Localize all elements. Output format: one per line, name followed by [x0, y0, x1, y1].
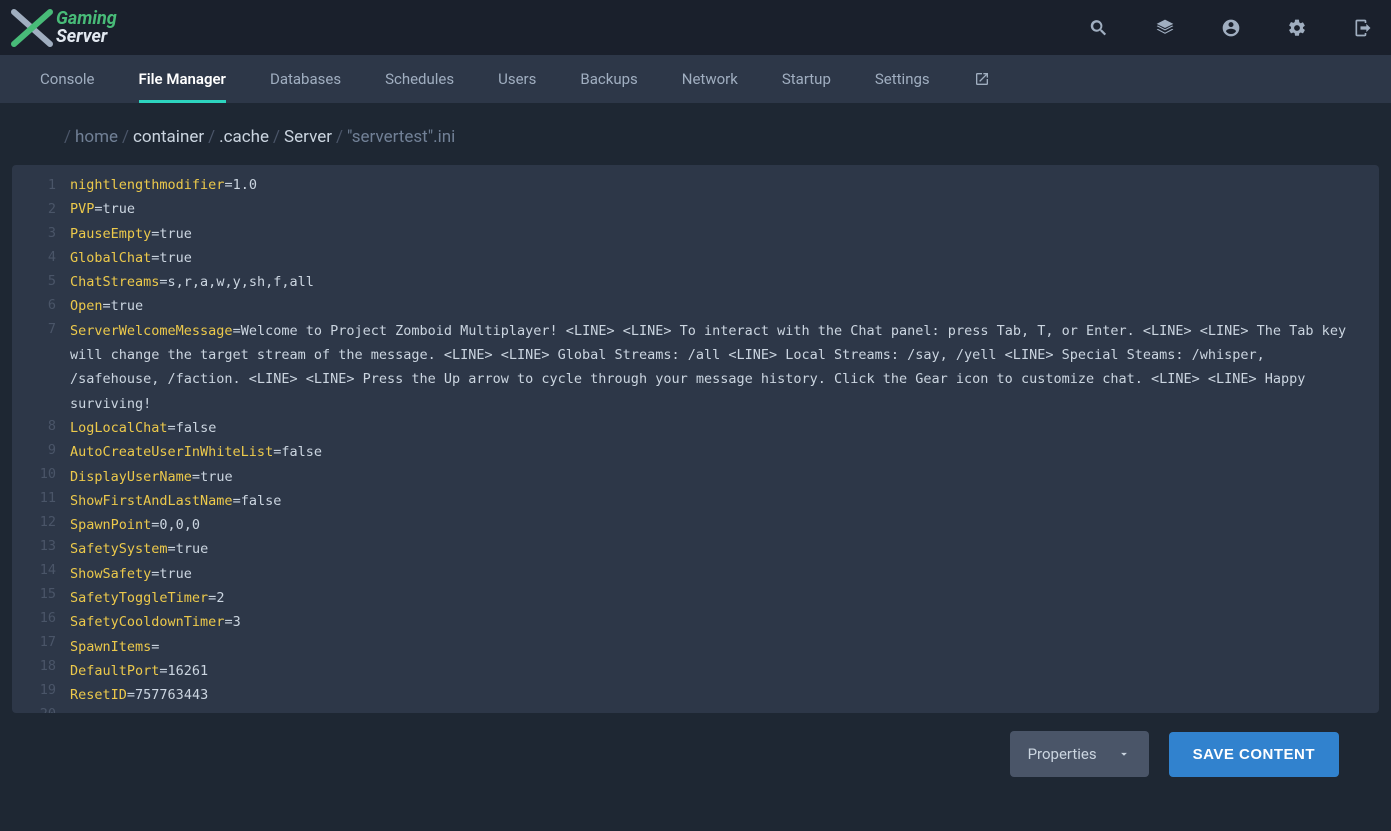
code-line[interactable]: SpawnItems= — [70, 635, 1359, 659]
code-line[interactable]: SafetySystem=true — [70, 537, 1359, 561]
breadcrumb-home[interactable]: home — [75, 127, 118, 147]
code-line[interactable]: GlobalChat=true — [70, 246, 1359, 270]
line-number: 12 — [12, 510, 56, 534]
layers-icon[interactable] — [1155, 18, 1175, 38]
breadcrumb-separator: / — [208, 127, 215, 147]
code-line[interactable]: AutoCreateUserInWhiteList=false — [70, 440, 1359, 464]
code-line[interactable]: PVP=true — [70, 197, 1359, 221]
editor-content[interactable]: nightlengthmodifier=1.0PVP=truePauseEmpt… — [70, 173, 1379, 713]
chevron-down-icon — [1117, 747, 1131, 761]
breadcrumb-separator: / — [336, 127, 343, 147]
line-number: 13 — [12, 534, 56, 558]
line-number: 17 — [12, 630, 56, 654]
line-number: 5 — [12, 269, 56, 293]
code-line[interactable]: LogLocalChat=false — [70, 416, 1359, 440]
top-bar: Gaming Server — [0, 0, 1391, 55]
code-line[interactable]: SpawnPoint=0,0,0 — [70, 513, 1359, 537]
breadcrumb-separator: / — [273, 127, 280, 147]
code-line[interactable]: nightlengthmodifier=1.0 — [70, 173, 1359, 197]
line-number: 10 — [12, 462, 56, 486]
brand-logo[interactable]: Gaming Server — [10, 8, 117, 48]
save-content-button[interactable]: SAVE CONTENT — [1169, 732, 1339, 777]
nav-bar: Console File Manager Databases Schedules Use… — [0, 55, 1391, 103]
breadcrumb-separator: / — [64, 127, 71, 147]
line-number: 20 — [12, 702, 56, 713]
logo-x-icon — [10, 8, 54, 48]
language-select[interactable]: Properties — [1010, 731, 1149, 777]
tab-console[interactable]: Console — [40, 55, 95, 103]
tab-settings[interactable]: Settings — [875, 55, 930, 103]
tab-databases[interactable]: Databases — [270, 55, 341, 103]
code-line[interactable]: ResetID=757763443 — [70, 683, 1359, 707]
code-line[interactable]: ShowSafety=true — [70, 562, 1359, 586]
code-line[interactable]: DefaultPort=16261 — [70, 659, 1359, 683]
code-line[interactable]: ChatStreams=s,r,a,w,y,sh,f,all — [70, 270, 1359, 294]
code-line[interactable]: DisplayUserName=true — [70, 465, 1359, 489]
code-line[interactable]: ShowFirstAndLastName=false — [70, 489, 1359, 513]
breadcrumb--servertest-ini[interactable]: "servertest".ini — [347, 127, 455, 147]
tab-file-manager[interactable]: File Manager — [139, 55, 226, 103]
breadcrumb-separator: / — [122, 127, 129, 147]
breadcrumb: /home/container/.cache/Server/"servertes… — [0, 103, 1391, 165]
line-number: 6 — [12, 293, 56, 317]
line-number: 15 — [12, 582, 56, 606]
code-line[interactable]: ServerWelcomeMessage=Welcome to Project … — [70, 319, 1359, 416]
tab-startup[interactable]: Startup — [782, 55, 831, 103]
code-line[interactable]: SafetyToggleTimer=2 — [70, 586, 1359, 610]
editor-gutter: 123456789101112131415161718192021 — [12, 173, 70, 713]
code-line[interactable]: SafetyCooldownTimer=3 — [70, 610, 1359, 634]
editor-footer: Properties SAVE CONTENT — [0, 713, 1391, 777]
code-line[interactable]: Mods= — [70, 708, 1359, 713]
language-select-value: Properties — [1028, 745, 1097, 763]
line-number: 3 — [12, 221, 56, 245]
logout-icon[interactable] — [1353, 18, 1373, 38]
account-icon[interactable] — [1221, 18, 1241, 38]
topbar-icon-group — [1089, 18, 1373, 38]
line-number: 4 — [12, 245, 56, 269]
line-number: 9 — [12, 438, 56, 462]
line-number: 16 — [12, 606, 56, 630]
brand-line2: Server — [56, 28, 117, 46]
line-number: 18 — [12, 654, 56, 678]
code-line[interactable]: Open=true — [70, 294, 1359, 318]
tab-users[interactable]: Users — [498, 55, 536, 103]
breadcrumb--cache[interactable]: .cache — [219, 127, 269, 147]
breadcrumb-container[interactable]: container — [133, 127, 204, 147]
code-line[interactable]: PauseEmpty=true — [70, 222, 1359, 246]
breadcrumb-server[interactable]: Server — [284, 127, 332, 147]
tab-external-link[interactable] — [974, 55, 990, 103]
brand-line1: Gaming — [56, 10, 117, 28]
tab-schedules[interactable]: Schedules — [385, 55, 454, 103]
line-number: 7 — [12, 317, 56, 414]
line-number: 2 — [12, 197, 56, 221]
line-number: 19 — [12, 678, 56, 702]
external-link-icon — [974, 71, 990, 87]
tab-network[interactable]: Network — [682, 55, 738, 103]
search-icon[interactable] — [1089, 18, 1109, 38]
line-number: 8 — [12, 414, 56, 438]
code-editor[interactable]: 123456789101112131415161718192021 nightl… — [12, 165, 1379, 713]
admin-gear-icon[interactable] — [1287, 18, 1307, 38]
line-number: 11 — [12, 486, 56, 510]
line-number: 1 — [12, 173, 56, 197]
line-number: 14 — [12, 558, 56, 582]
tab-backups[interactable]: Backups — [580, 55, 637, 103]
